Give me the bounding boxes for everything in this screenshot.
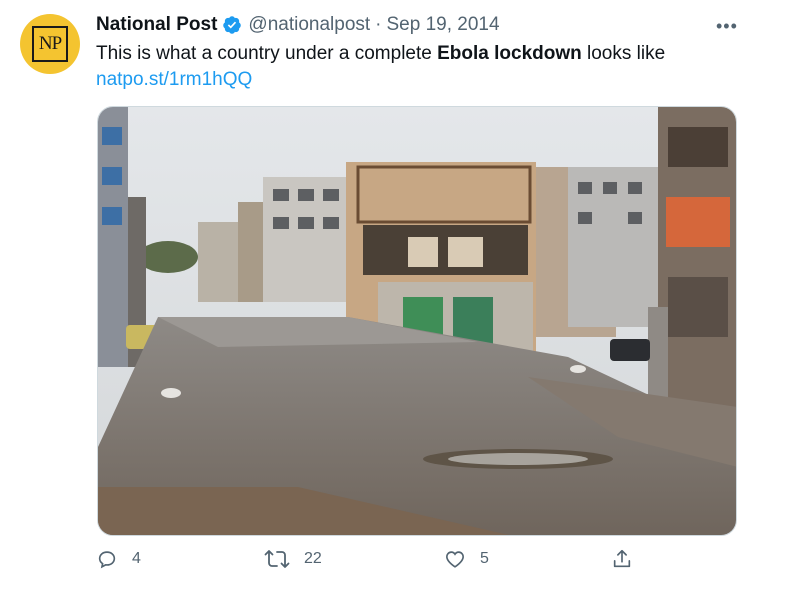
retweet-button[interactable]: 22 [264, 548, 322, 570]
tweet-date[interactable]: Sep 19, 2014 [387, 14, 500, 36]
author-name[interactable]: National Post [96, 14, 217, 36]
tweet-photo[interactable] [97, 106, 737, 536]
tweet-header: National Post @nationalpost · Sep 19, 20… [96, 12, 500, 38]
more-options-icon[interactable]: ••• [716, 16, 738, 37]
like-icon [446, 551, 464, 568]
share-button[interactable] [611, 548, 647, 570]
tweet-text: This is what a country under a complete … [96, 42, 665, 66]
like-button[interactable]: 5 [444, 548, 489, 570]
reply-count: 4 [132, 550, 141, 567]
retweet-count: 22 [304, 550, 322, 567]
retweet-icon [264, 550, 290, 568]
avatar[interactable]: NP [20, 14, 80, 74]
like-count: 5 [480, 550, 489, 567]
street-photo-illustration [98, 107, 736, 535]
tweet-text-end: looks like [581, 43, 666, 64]
author-handle[interactable]: @nationalpost [248, 14, 370, 36]
tweet-actions: 4 22 5 [96, 548, 696, 580]
header-separator: · [375, 14, 382, 35]
share-icon [613, 549, 631, 568]
tweet-text-start: This is what a country under a complete [96, 43, 438, 64]
verified-badge-icon [222, 15, 242, 35]
reply-button[interactable]: 4 [96, 548, 141, 570]
tweet-link[interactable]: natpo.st/1rm1hQQ [96, 68, 252, 92]
avatar-logo: NP [32, 26, 68, 62]
reply-icon [98, 551, 116, 569]
tweet-text-bold: Ebola lockdown [437, 43, 582, 64]
